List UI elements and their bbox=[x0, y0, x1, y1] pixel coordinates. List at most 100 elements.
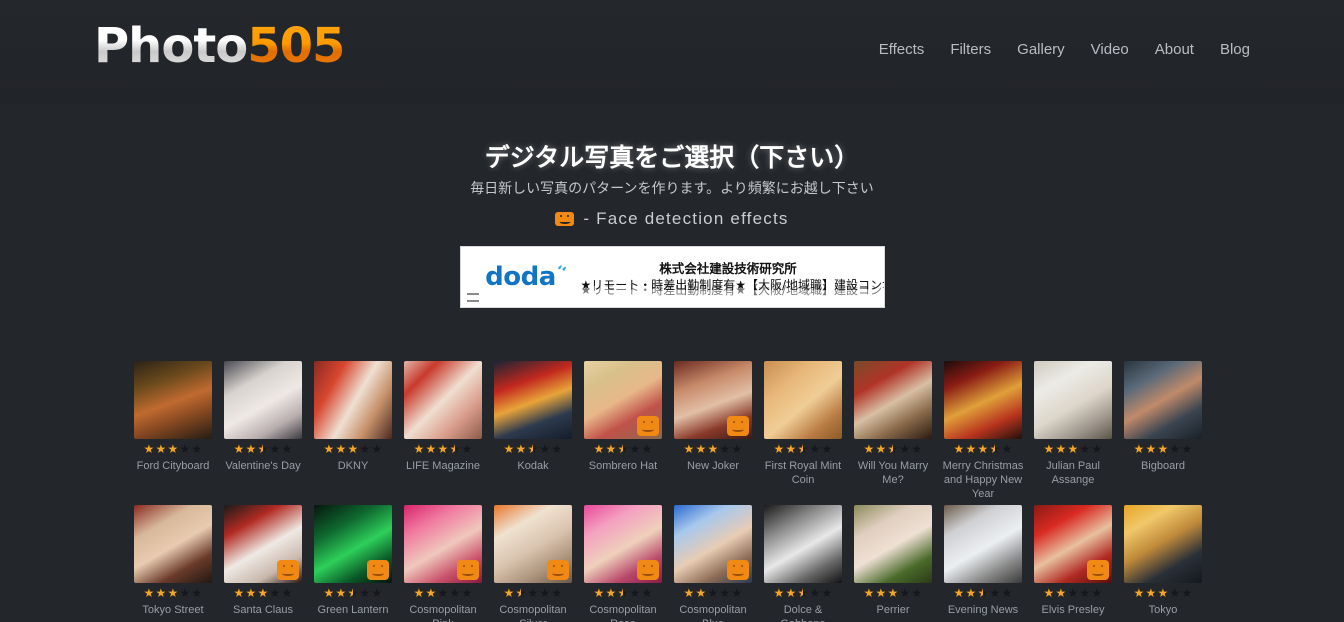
nav-link-about[interactable]: About bbox=[1155, 40, 1194, 60]
effect-thumbnail[interactable] bbox=[404, 505, 482, 583]
rating-stars[interactable]: ★ ★ ★ ★ ★ ★ ★ ★ bbox=[324, 442, 383, 456]
effect-thumbnail[interactable] bbox=[764, 505, 842, 583]
rating-stars[interactable]: ★ ★ ★ ★ ★ ★ ★ ★ bbox=[234, 587, 293, 599]
nav-link-filters[interactable]: Filters bbox=[950, 40, 991, 60]
effect-thumbnail[interactable] bbox=[854, 505, 932, 583]
effect-thumbnail[interactable] bbox=[494, 361, 572, 439]
effect-thumbnail[interactable] bbox=[1124, 505, 1202, 583]
effect-card[interactable]: ★ ★ ★ ★ ★ ★ ★ ★ New Joker bbox=[668, 361, 758, 501]
ad-brand-logo: doda ‘‘ bbox=[461, 262, 581, 292]
effect-thumbnail[interactable] bbox=[224, 505, 302, 583]
star-icon: ★ ★ bbox=[347, 586, 359, 600]
effect-thumbnail[interactable] bbox=[584, 361, 662, 439]
site-logo[interactable]: Photo505 bbox=[94, 18, 345, 74]
effect-card[interactable]: ★★★★★★★★Dolce & Gabbana bbox=[758, 505, 848, 622]
face-detection-badge-icon bbox=[1087, 560, 1109, 580]
rating-stars[interactable]: ★ ★ ★ ★ ★ ★ ★ ★ bbox=[594, 587, 653, 599]
effect-thumbnail[interactable] bbox=[134, 505, 212, 583]
effect-thumbnail[interactable] bbox=[314, 361, 392, 439]
rating-stars[interactable]: ★ ★ ★ ★ ★ ★ ★ ★ bbox=[1134, 443, 1193, 455]
effect-card[interactable]: ★ ★ ★ ★ ★ ★ ★ Elvis Presley bbox=[1028, 505, 1118, 622]
rating-stars[interactable]: ★ ★ ★ ★ ★ ★ ★ ★ bbox=[774, 442, 833, 456]
effect-thumbnail[interactable] bbox=[674, 361, 752, 439]
star-icon: ★ bbox=[281, 442, 293, 456]
rating-stars[interactable]: ★ ★ ★ ★ ★ ★ ★ ★ bbox=[684, 443, 743, 455]
rating-stars[interactable]: ★ ★ ★ ★ ★ ★ ★ ★ ★ bbox=[414, 443, 473, 455]
effect-thumbnail[interactable] bbox=[314, 505, 392, 583]
star-icon: ★ bbox=[359, 442, 371, 456]
star-icon: ★ ★ bbox=[785, 442, 797, 456]
effect-card[interactable]: ★ ★ ★ ★ ★ ★ ★ ★ Tokyo bbox=[1118, 505, 1208, 622]
effect-card[interactable]: ★ ★ ★ ★ ★ ★ ★ ★ Tokyo Street bbox=[128, 505, 218, 622]
star-icon: ★ ★ bbox=[1133, 586, 1145, 600]
adchoices-menu-icon[interactable] bbox=[466, 293, 479, 302]
star-icon: ★ ★ bbox=[245, 442, 257, 456]
star-icon: ★ ★ bbox=[785, 586, 797, 600]
rating-stars[interactable]: ★ ★ ★ ★ ★ ★ ★ ★ bbox=[1044, 442, 1103, 456]
rating-stars[interactable]: ★ ★ ★ ★ ★ ★ ★ ★ bbox=[234, 442, 293, 456]
effect-thumbnail[interactable] bbox=[764, 361, 842, 439]
rating-stars[interactable]: ★ ★ ★ ★ ★ ★ ★ ★ bbox=[144, 586, 203, 600]
effect-label: Perrier bbox=[876, 604, 910, 616]
nav-link-blog[interactable]: Blog bbox=[1220, 40, 1250, 60]
effect-card[interactable]: ★ ★ ★ ★ ★ ★ ★ ★ ★ Merry Christmas and Happy New Y… bbox=[938, 361, 1028, 501]
effect-card[interactable]: ★ ★ ★ ★ ★ ★ ★ ★ Evening News bbox=[938, 505, 1028, 622]
effect-card[interactable]: ★★★★★★★Cosmopolitan Blue bbox=[668, 505, 758, 622]
effect-card[interactable]: ★ ★ ★ ★ ★ ★ ★ ★ ★ LIFE Magazine bbox=[398, 361, 488, 501]
rating-stars[interactable]: ★ ★ ★ ★ ★ ★ ★ bbox=[684, 587, 743, 599]
effect-card[interactable]: ★ ★ ★ ★ ★ ★ ★ ★ First Royal Mint Coin bbox=[758, 361, 848, 501]
rating-stars[interactable]: ★ ★ ★ ★ ★ ★ ★ ★ bbox=[864, 443, 923, 455]
rating-stars[interactable]: ★ ★ ★ ★ ★ ★ ★ ★ ★ bbox=[954, 443, 1013, 455]
effect-card[interactable]: ★ ★ ★ ★ ★ ★ ★ ★ Kodak bbox=[488, 361, 578, 501]
effect-thumbnail[interactable] bbox=[1124, 361, 1202, 439]
effect-card[interactable]: ★ ★ ★ ★ ★ ★ ★ ★ Green Lantern bbox=[308, 505, 398, 622]
nav-link-video[interactable]: Video bbox=[1091, 40, 1129, 60]
star-icon: ★ ★ bbox=[977, 586, 989, 600]
star-icon: ★ ★ bbox=[1067, 442, 1079, 456]
rating-stars[interactable]: ★ ★ ★ ★ ★ ★ ★ ★ bbox=[1133, 586, 1193, 600]
effect-thumbnail[interactable] bbox=[944, 505, 1022, 583]
rating-stars[interactable]: ★ ★ ★ ★ ★ ★ ★ ★ bbox=[324, 586, 383, 600]
star-icon: ★ bbox=[269, 442, 281, 456]
star-icon: ★ bbox=[179, 586, 191, 600]
rating-stars[interactable]: ★ ★ ★ ★ ★ ★ ★ bbox=[1044, 587, 1103, 599]
effect-card[interactable]: ★ ★ ★ ★ ★ ★ ★ ★ Valentine's Day bbox=[218, 361, 308, 501]
effect-thumbnail[interactable] bbox=[1034, 505, 1112, 583]
face-detection-note: - Face detection effects bbox=[0, 209, 1344, 229]
effect-thumbnail[interactable] bbox=[674, 505, 752, 583]
effect-card[interactable]: ★ ★ ★ ★ ★ ★ ★ ★ Julian Paul Assange bbox=[1028, 361, 1118, 501]
effect-card[interactable]: ★ ★ ★ ★ ★ ★ ★ ★ Ford Cityboard bbox=[128, 361, 218, 501]
effect-thumbnail[interactable] bbox=[404, 361, 482, 439]
rating-stars[interactable]: ★ ★ ★ ★ ★ ★ ★ ★ bbox=[594, 443, 653, 455]
rating-stars[interactable]: ★ ★ ★ ★ ★ ★ ★ ★ bbox=[954, 586, 1013, 600]
effect-card[interactable]: ★★★★★★★Cosmopolitan Silver bbox=[488, 505, 578, 622]
effect-card[interactable]: ★ ★ ★ ★ ★ ★ ★ ★ Will You Marry Me? bbox=[848, 361, 938, 501]
effect-label: Elvis Presley bbox=[1041, 604, 1105, 616]
effect-thumbnail[interactable] bbox=[224, 361, 302, 439]
effect-thumbnail[interactable] bbox=[944, 361, 1022, 439]
rating-stars[interactable]: ★ ★ ★ ★ ★ ★ ★ ★ bbox=[864, 586, 923, 600]
effect-thumbnail[interactable] bbox=[134, 361, 212, 439]
effect-thumbnail[interactable] bbox=[1034, 361, 1112, 439]
effect-card[interactable]: ★★★★★★★★Cosmopolitan Rose bbox=[578, 505, 668, 622]
ad-banner[interactable]: doda ‘‘ 株式会社建設技術研究所 ★リモート・時差出勤制度有★【大阪/地域… bbox=[459, 246, 885, 308]
nav-link-gallery[interactable]: Gallery bbox=[1017, 40, 1065, 60]
rating-stars[interactable]: ★ ★ ★ ★ ★ ★ ★ bbox=[504, 587, 563, 599]
effect-card[interactable]: ★ ★ ★ ★ ★ ★ ★ ★ Bigboard bbox=[1118, 361, 1208, 501]
effect-card[interactable]: ★ ★ ★ ★ ★ ★ ★ ★ Sombrero Hat bbox=[578, 361, 668, 501]
face-detection-label: - Face detection effects bbox=[583, 209, 789, 228]
rating-stars[interactable]: ★ ★ ★ ★ ★ ★ ★ ★ bbox=[144, 443, 203, 455]
effect-thumbnail[interactable] bbox=[854, 361, 932, 439]
rating-stars[interactable]: ★ ★ ★ ★ ★ ★ ★ ★ bbox=[774, 586, 833, 600]
effect-card[interactable]: ★★★★★★★Cosmopolitan Pink bbox=[398, 505, 488, 622]
rating-stars[interactable]: ★ ★ ★ ★ ★ ★ ★ ★ bbox=[504, 442, 563, 456]
effect-card[interactable]: ★ ★ ★ ★ ★ ★ ★ ★ Perrier bbox=[848, 505, 938, 622]
nav-link-effects[interactable]: Effects bbox=[879, 40, 925, 60]
effect-thumbnail[interactable] bbox=[584, 505, 662, 583]
effect-thumbnail[interactable] bbox=[494, 505, 572, 583]
effect-card[interactable]: ★ ★ ★ ★ ★ ★ ★ ★ Santa Claus bbox=[218, 505, 308, 622]
effect-card[interactable]: ★ ★ ★ ★ ★ ★ ★ ★ DKNY bbox=[308, 361, 398, 501]
star-icon: ★ bbox=[899, 586, 911, 600]
rating-stars[interactable]: ★ ★ ★ ★ ★ ★ ★ bbox=[414, 587, 473, 599]
star-icon: ★ bbox=[551, 442, 563, 456]
